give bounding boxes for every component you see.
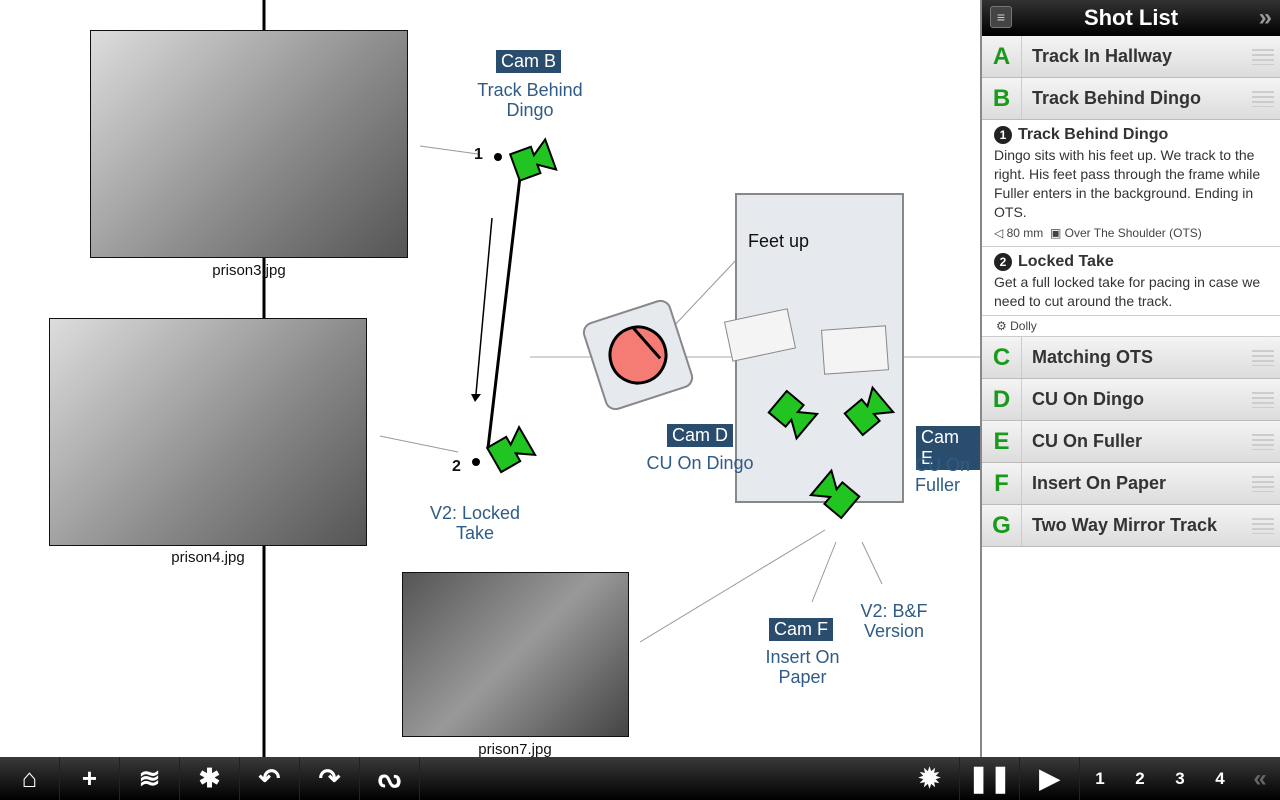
layers-icon[interactable]: ≋ bbox=[120, 757, 180, 800]
bottom-toolbar: ⌂ + ≋ ✱ ↶ ↷ ᔓ ✹ ❚❚ ▶ 1 2 3 4 « bbox=[0, 757, 1280, 800]
point-label: 2 bbox=[452, 458, 461, 475]
drag-handle-icon[interactable] bbox=[1252, 48, 1274, 65]
drag-handle-icon[interactable] bbox=[1252, 433, 1274, 450]
shot-letter: F bbox=[982, 463, 1022, 504]
shot-letter: C bbox=[982, 337, 1022, 378]
setup-item[interactable]: 2 Locked Take Get a full locked take for … bbox=[982, 247, 1280, 316]
panel-header: ≡ Shot List » bbox=[982, 0, 1280, 36]
framing-value: Over The Shoulder (OTS) bbox=[1064, 226, 1202, 240]
shot-title: CU On Dingo bbox=[1032, 389, 1144, 409]
framing-icon: ▣ bbox=[1049, 226, 1062, 240]
drag-handle-icon[interactable] bbox=[1252, 391, 1274, 408]
feet-up-note: Feet up bbox=[748, 231, 810, 251]
image-caption: prison7.jpg bbox=[478, 741, 552, 757]
setup-number: 1 bbox=[994, 126, 1012, 144]
shot-letter: G bbox=[982, 505, 1022, 546]
storyboard-image-prison3[interactable] bbox=[90, 30, 408, 258]
play-icon[interactable]: ▶ bbox=[1020, 757, 1080, 800]
shot-row-f[interactable]: F Insert On Paper bbox=[982, 463, 1280, 505]
asterisk-icon[interactable]: ✱ bbox=[180, 757, 240, 800]
gear-icon: ⚙ bbox=[996, 319, 1007, 333]
page-4-button[interactable]: 4 bbox=[1200, 769, 1240, 789]
drag-handle-icon[interactable] bbox=[1252, 349, 1274, 366]
v2-bf-label: V2: B&F Version bbox=[860, 601, 928, 641]
pause-icon[interactable]: ❚❚ bbox=[960, 757, 1020, 800]
shot-title: Track Behind Dingo bbox=[1032, 88, 1202, 108]
drag-handle-icon[interactable] bbox=[1252, 90, 1274, 107]
shot-letter: E bbox=[982, 421, 1022, 462]
shot-row-c[interactable]: C Matching OTS bbox=[982, 337, 1280, 379]
storyboard-image-prison4[interactable] bbox=[49, 318, 367, 546]
paper-shape bbox=[821, 325, 889, 375]
setup-description: Get a full locked take for pacing in cas… bbox=[994, 274, 1261, 309]
settings-icon[interactable]: ✹ bbox=[900, 757, 960, 800]
setup-item[interactable]: 1 Track Behind Dingo Dingo sits with his … bbox=[982, 120, 1280, 247]
add-icon[interactable]: + bbox=[60, 757, 120, 800]
camera-icon[interactable] bbox=[508, 137, 558, 182]
draw-icon[interactable]: ᔓ bbox=[360, 757, 420, 800]
storyboard-image-prison7[interactable] bbox=[402, 572, 629, 737]
shot-title: Track In Hallway bbox=[1032, 46, 1173, 66]
shot-title: Insert On Paper bbox=[1032, 473, 1167, 493]
undo-icon[interactable]: ↶ bbox=[240, 757, 300, 800]
setup-number: 2 bbox=[994, 253, 1012, 271]
expand-chevron-icon[interactable]: « bbox=[1240, 765, 1280, 793]
cam-f-tag[interactable]: Cam F bbox=[769, 618, 833, 641]
shot-title: Two Way Mirror Track bbox=[1032, 515, 1218, 535]
point-marker bbox=[494, 153, 502, 161]
setup-description: Dingo sits with his feet up. We track to… bbox=[994, 147, 1261, 220]
menu-icon[interactable]: ≡ bbox=[990, 6, 1012, 28]
lens-value: 80 mm bbox=[1006, 226, 1044, 240]
collapse-chevron-icon[interactable]: » bbox=[1259, 0, 1272, 36]
drag-handle-icon[interactable] bbox=[1252, 517, 1274, 534]
image-caption: prison3.jpg bbox=[212, 262, 286, 279]
cam-d-tag[interactable]: Cam D bbox=[667, 424, 734, 447]
shot-title: CU On Fuller bbox=[1032, 431, 1143, 451]
rig-value: Dolly bbox=[1010, 319, 1037, 333]
cam-b-tag[interactable]: Cam B bbox=[496, 50, 562, 73]
lens-icon: ◁ bbox=[994, 226, 1004, 240]
setup-title: Track Behind Dingo bbox=[1018, 126, 1169, 143]
cam-d-desc: CU On Dingo bbox=[646, 453, 754, 473]
page-3-button[interactable]: 3 bbox=[1160, 769, 1200, 789]
page-2-button[interactable]: 2 bbox=[1120, 769, 1160, 789]
shot-letter: A bbox=[982, 36, 1022, 77]
camera-icon[interactable] bbox=[485, 424, 537, 474]
shot-letter: B bbox=[982, 78, 1022, 119]
shot-row-a[interactable]: A Track In Hallway bbox=[982, 36, 1280, 78]
shot-list-panel: ≡ Shot List » A Track In Hallway B Track Be… bbox=[980, 0, 1280, 757]
actor-dingo bbox=[582, 299, 694, 411]
shot-row-e[interactable]: E CU On Fuller bbox=[982, 421, 1280, 463]
v2-locked-label: V2: Locked Take bbox=[429, 503, 521, 543]
cam-b-desc: Track Behind Dingo bbox=[477, 80, 583, 120]
cam-f-desc: Insert On Paper bbox=[765, 647, 840, 687]
storyboard-canvas[interactable]: prison3.jpg prison4.jpg prison7.jpg 1 2 … bbox=[0, 0, 980, 757]
shot-letter: D bbox=[982, 379, 1022, 420]
home-icon[interactable]: ⌂ bbox=[0, 757, 60, 800]
point-marker bbox=[472, 458, 480, 466]
shot-title: Matching OTS bbox=[1032, 347, 1153, 367]
drag-handle-icon[interactable] bbox=[1252, 475, 1274, 492]
panel-title: Shot List bbox=[1083, 5, 1179, 30]
point-label: 1 bbox=[474, 146, 483, 163]
shot-row-g[interactable]: G Two Way Mirror Track bbox=[982, 505, 1280, 547]
shot-row-d[interactable]: D CU On Dingo bbox=[982, 379, 1280, 421]
image-caption: prison4.jpg bbox=[171, 549, 245, 566]
page-1-button[interactable]: 1 bbox=[1080, 769, 1120, 789]
shot-row-b[interactable]: B Track Behind Dingo bbox=[982, 78, 1280, 120]
cam-e-desc: CU On Fuller bbox=[915, 455, 971, 495]
redo-icon[interactable]: ↷ bbox=[300, 757, 360, 800]
setup-title: Locked Take bbox=[1018, 253, 1114, 270]
